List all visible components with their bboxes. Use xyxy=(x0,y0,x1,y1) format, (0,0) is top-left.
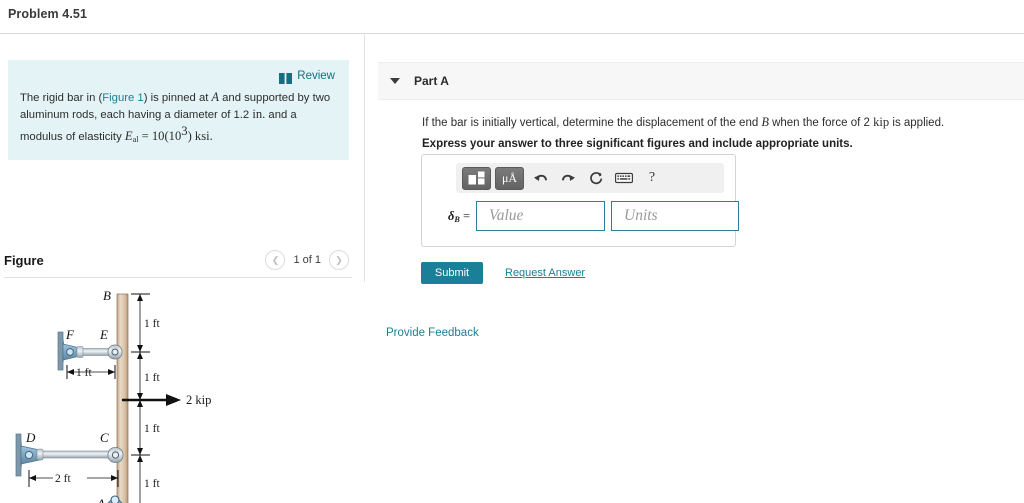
question-point-b: B xyxy=(761,115,769,129)
dim-bottom-1ft: 1 ft xyxy=(144,478,160,490)
submit-row: Submit Request Answer xyxy=(421,262,585,284)
figure-section-label: Figure xyxy=(4,253,44,268)
label-point-f: F xyxy=(65,327,75,342)
part-a-header[interactable]: Part A xyxy=(378,62,1024,100)
question-unit-kip: kip xyxy=(873,115,890,129)
request-answer-link[interactable]: Request Answer xyxy=(505,267,585,279)
figure-header: Figure ❮ 1 of 1 ❯ xyxy=(0,241,365,285)
dim-upper-mid-1ft: 1 ft xyxy=(144,372,160,384)
answer-input-widget: μÅ ? δB = Value Units xyxy=(421,154,739,247)
reset-icon[interactable] xyxy=(584,167,608,189)
right-panel: Part A If the bar is initially vertical,… xyxy=(366,34,1024,503)
question-after-b: when the force of 2 xyxy=(768,117,874,129)
figure-1-link[interactable]: Figure 1 xyxy=(102,92,143,104)
figure-divider xyxy=(4,277,352,278)
question-text: If the bar is initially vertical, determ… xyxy=(422,114,1012,131)
dim-rod-cd-2ft: 2 ft xyxy=(55,473,71,485)
review-link[interactable]: Review xyxy=(297,70,335,82)
problem-statement-box: Review The rigid bar in (Figure 1) is pi… xyxy=(8,60,349,160)
force-label-2kip: 2 kip xyxy=(186,393,211,407)
answer-toolbar: μÅ ? xyxy=(456,163,724,193)
submit-button[interactable]: Submit xyxy=(421,262,483,284)
figure-diagram: 2 kip 1 ft 1 ft 1 ft 1 ft 1 ft 2 ft B F … xyxy=(0,282,365,503)
value-placeholder: Value xyxy=(489,207,524,224)
book-icon xyxy=(279,71,293,84)
part-a-title: Part A xyxy=(414,74,449,88)
provide-feedback-link[interactable]: Provide Feedback xyxy=(386,327,479,339)
instruction-text: Express your answer to three significant… xyxy=(422,138,853,150)
figure-navigation: ❮ 1 of 1 ❯ xyxy=(265,250,349,270)
caret-down-icon[interactable] xyxy=(390,78,400,84)
page-title: Problem 4.51 xyxy=(8,7,88,21)
statement-part-2: ) is pinned at xyxy=(143,92,212,104)
modulus-equals: = 10(10 xyxy=(138,128,182,143)
question-before-b: If the bar is initially vertical, determ… xyxy=(422,117,762,129)
modulus-symbol: E xyxy=(124,128,133,143)
statement-unit-in: in. xyxy=(252,107,266,121)
statement-point-a: A xyxy=(211,90,219,104)
answer-entry-row: δB = Value Units xyxy=(432,201,739,231)
modulus-tail: ) ksi. xyxy=(187,128,213,143)
keyboard-icon[interactable] xyxy=(612,167,636,189)
redo-icon[interactable] xyxy=(556,167,580,189)
left-panel: Review The rigid bar in (Figure 1) is pi… xyxy=(0,34,365,503)
statement-part-1: The rigid bar in ( xyxy=(20,92,103,104)
chevron-right-icon[interactable]: ❯ xyxy=(329,250,349,270)
units-input[interactable]: Units xyxy=(611,201,739,231)
rigid-bar-diagram-svg: 2 kip 1 ft 1 ft 1 ft 1 ft 1 ft 2 ft B F … xyxy=(15,288,211,503)
units-placeholder: Units xyxy=(624,207,658,224)
label-point-e: E xyxy=(99,327,108,342)
question-tail: is applied. xyxy=(889,117,945,129)
figure-counter: 1 of 1 xyxy=(293,254,321,266)
undo-icon[interactable] xyxy=(528,167,552,189)
template-matrix-icon[interactable] xyxy=(462,166,491,190)
answer-variable-label: δB = xyxy=(432,209,470,224)
problem-statement-text: The rigid bar in (Figure 1) is pinned at… xyxy=(20,89,335,148)
dim-rod-ef-1ft: 1 ft xyxy=(76,367,92,379)
label-point-c: C xyxy=(100,430,109,445)
dim-top-1ft: 1 ft xyxy=(144,318,160,330)
label-point-b: B xyxy=(103,288,111,303)
value-input[interactable]: Value xyxy=(476,201,605,231)
review-row: Review xyxy=(20,66,335,86)
dim-lower-mid-1ft: 1 ft xyxy=(144,423,160,435)
label-point-a: A xyxy=(96,496,105,503)
chevron-left-icon[interactable]: ❮ xyxy=(265,250,286,270)
delta-subscript: B xyxy=(454,214,460,224)
label-point-d: D xyxy=(25,430,36,445)
page-header: Problem 4.51 xyxy=(0,0,1024,34)
problem-page: Problem 4.51 Review The rigid bar in (Fi… xyxy=(0,0,1024,503)
equals-sign: = xyxy=(462,208,470,223)
help-icon[interactable]: ? xyxy=(640,167,664,189)
units-micro-angstrom-icon[interactable]: μÅ xyxy=(495,166,524,190)
